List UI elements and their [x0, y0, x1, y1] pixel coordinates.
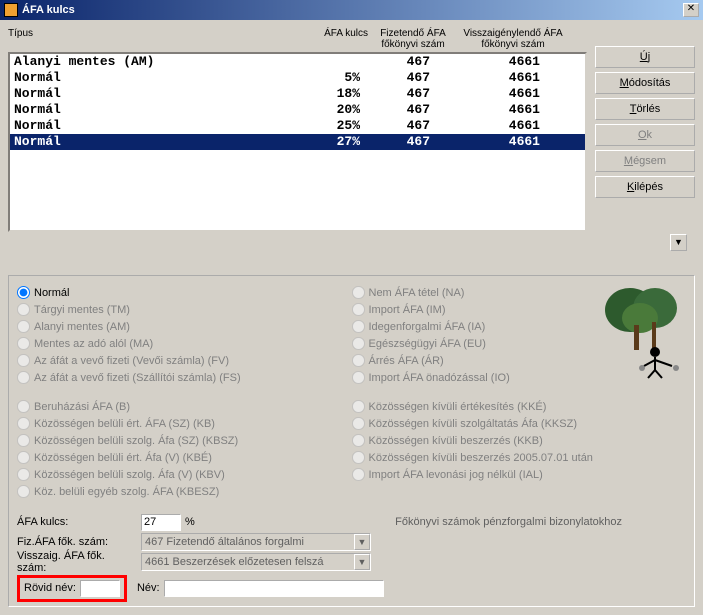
fiz-combo[interactable]: 467 Fizetendő általános forgalmi▼: [141, 533, 371, 551]
window-title: ÁFA kulcs: [22, 4, 683, 16]
radio-option[interactable]: Közösségen kívüli beszerzés 2005.07.01 u…: [352, 449, 687, 466]
radio-option[interactable]: Közösségen kívüli értékesítés (KKÉ): [352, 398, 687, 415]
radio-option[interactable]: Közösségen belüli szolg. Áfa (SZ) (KBSZ): [17, 432, 352, 449]
radio-option[interactable]: Normál: [17, 284, 352, 301]
col-fiz: Fizetendő ÁFA főkönyvi szám: [368, 28, 458, 50]
modify-button[interactable]: Módosítás: [595, 72, 695, 94]
radio-option[interactable]: Közösségen kívüli beszerzés (KKB): [352, 432, 687, 449]
radio-option[interactable]: Az áfát a vevő fizeti (Vevői számla) (FV…: [17, 352, 352, 369]
radio-option[interactable]: Közösségen belüli ért. ÁFA (SZ) (KB): [17, 415, 352, 432]
col-afa: ÁFA kulcs: [298, 28, 368, 50]
radio-option[interactable]: Az áfát a vevő fizeti (Szállítói számla)…: [17, 369, 352, 386]
radio-option[interactable]: Import ÁFA levonási jog nélkül (IAL): [352, 466, 687, 483]
table-row[interactable]: Normál5%4674661: [10, 70, 585, 86]
col-vissza: Visszaigénylendő ÁFA főkönyvi szám: [458, 28, 568, 50]
vat-list[interactable]: Alanyi mentes (AM)4674661Normál5%4674661…: [8, 52, 587, 232]
cancel-button[interactable]: Mégsem: [595, 150, 695, 172]
ok-button[interactable]: Ok: [595, 124, 695, 146]
chevron-down-icon[interactable]: ▼: [354, 534, 370, 550]
table-row[interactable]: Normál18%4674661: [10, 86, 585, 102]
scroll-down-icon[interactable]: ▼: [670, 234, 687, 251]
rovid-input[interactable]: [80, 580, 120, 597]
list-header: Típus ÁFA kulcs Fizetendő ÁFA főkönyvi s…: [8, 28, 587, 52]
radio-option[interactable]: Közösségen belüli ért. Áfa (V) (KBÉ): [17, 449, 352, 466]
close-button[interactable]: ✕: [683, 3, 699, 17]
new-button[interactable]: Új: [595, 46, 695, 68]
vissza-label: Visszaig. ÁFA fők. szám:: [17, 550, 137, 574]
radio-option[interactable]: Közösségen kívüli szolgáltatás Áfa (KKSZ…: [352, 415, 687, 432]
vissza-combo[interactable]: 4661 Beszerzések előzetesen felszá▼: [141, 553, 371, 571]
heading-right: Főkönyvi számok pénzforgalmi bizonylatok…: [395, 516, 622, 528]
radio-option[interactable]: Köz. belüli egyéb szolg. ÁFA (KBESZ): [17, 483, 352, 500]
nev-input[interactable]: [164, 580, 384, 597]
fiz-label: Fiz.ÁFA fők. szám:: [17, 536, 137, 548]
rovid-label: Rövid név:: [24, 582, 76, 594]
titlebar: ÁFA kulcs ✕: [0, 0, 703, 20]
form-panel: NormálTárgyi mentes (TM)Alanyi mentes (A…: [8, 275, 695, 607]
radio-option[interactable]: Mentes az adó alól (MA): [17, 335, 352, 352]
afa-label: ÁFA kulcs:: [17, 516, 137, 528]
table-row[interactable]: Normál20%4674661: [10, 102, 585, 118]
radio-option[interactable]: Tárgyi mentes (TM): [17, 301, 352, 318]
radio-option[interactable]: Közösségen belüli szolg. Áfa (V) (KBV): [17, 466, 352, 483]
nev-label: Név:: [137, 582, 160, 594]
chevron-down-icon[interactable]: ▼: [354, 554, 370, 570]
rovid-highlight: Rövid név:: [17, 575, 127, 602]
col-type: Típus: [8, 28, 298, 50]
app-icon: [4, 3, 18, 17]
radio-option[interactable]: Alanyi mentes (AM): [17, 318, 352, 335]
table-row[interactable]: Alanyi mentes (AM)4674661: [10, 54, 585, 70]
pct-label: %: [185, 516, 195, 528]
tree-image: [600, 280, 690, 380]
table-row[interactable]: Normál27%4674661: [10, 134, 585, 150]
delete-button[interactable]: Törlés: [595, 98, 695, 120]
radio-option[interactable]: Beruházási ÁFA (B): [17, 398, 352, 415]
table-row[interactable]: Normál25%4674661: [10, 118, 585, 134]
afa-input[interactable]: [141, 514, 181, 531]
exit-button[interactable]: Kilépés: [595, 176, 695, 198]
